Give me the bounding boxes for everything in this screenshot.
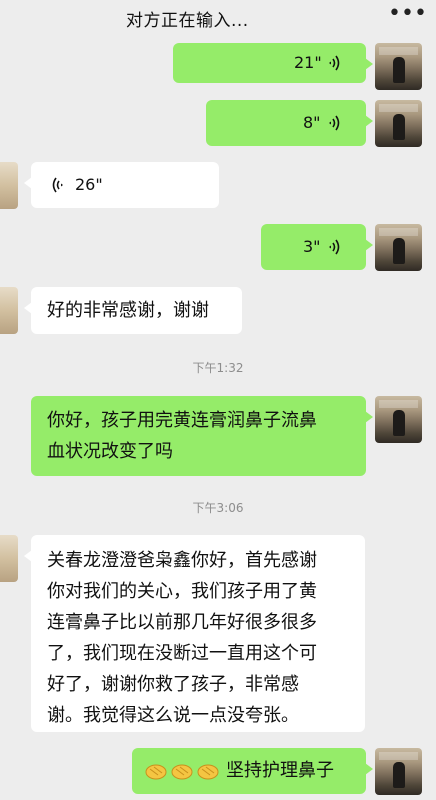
voice-wave-icon xyxy=(52,177,63,193)
voice-message[interactable]: 3" xyxy=(261,224,373,270)
voice-duration: 8" xyxy=(303,113,321,132)
my-avatar[interactable] xyxy=(375,43,422,90)
text-message[interactable]: 坚持护理鼻子 xyxy=(132,748,373,794)
contact-avatar[interactable] xyxy=(0,162,18,209)
voice-message[interactable]: 21" xyxy=(173,43,373,83)
message-text: 关春龙澄澄爸枭鑫你好，首先感谢 你对我们的关心，我们孩子用了黄 连膏鼻子比以前那… xyxy=(47,550,317,726)
timestamp: 下午1:32 xyxy=(192,361,244,375)
my-avatar[interactable] xyxy=(375,396,422,443)
voice-duration: 3" xyxy=(303,237,321,256)
message-text: 你好，孩子用完黄连膏润鼻子流鼻 血状况改变了吗 xyxy=(47,410,317,462)
message-text: 坚持护理鼻子 xyxy=(226,760,334,781)
voice-message[interactable]: 26" xyxy=(24,162,219,208)
timestamp: 下午3:06 xyxy=(192,501,244,515)
voice-duration: 26" xyxy=(75,175,103,194)
voice-wave-icon xyxy=(329,115,340,131)
my-avatar[interactable] xyxy=(375,748,422,795)
chat-title: 对方正在输入... xyxy=(126,11,249,31)
clapping-hands-emoji xyxy=(145,764,219,780)
voice-message[interactable]: 8" xyxy=(206,100,373,146)
chat-header: 对方正在输入... ••• xyxy=(0,0,436,34)
contact-avatar[interactable] xyxy=(0,535,18,582)
voice-duration: 21" xyxy=(294,53,322,72)
contact-avatar[interactable] xyxy=(0,287,18,334)
text-message[interactable]: 好的非常感谢，谢谢 xyxy=(24,287,242,334)
more-dots-icon[interactable]: ••• xyxy=(388,3,427,25)
message-text: 好的非常感谢，谢谢 xyxy=(47,300,209,321)
voice-wave-icon xyxy=(329,55,340,71)
my-avatar[interactable] xyxy=(375,100,422,147)
my-avatar[interactable] xyxy=(375,224,422,271)
text-message[interactable]: 你好，孩子用完黄连膏润鼻子流鼻 血状况改变了吗 xyxy=(31,396,373,476)
text-message[interactable]: 关春龙澄澄爸枭鑫你好，首先感谢 你对我们的关心，我们孩子用了黄 连膏鼻子比以前那… xyxy=(24,535,365,732)
voice-wave-icon xyxy=(329,239,340,255)
